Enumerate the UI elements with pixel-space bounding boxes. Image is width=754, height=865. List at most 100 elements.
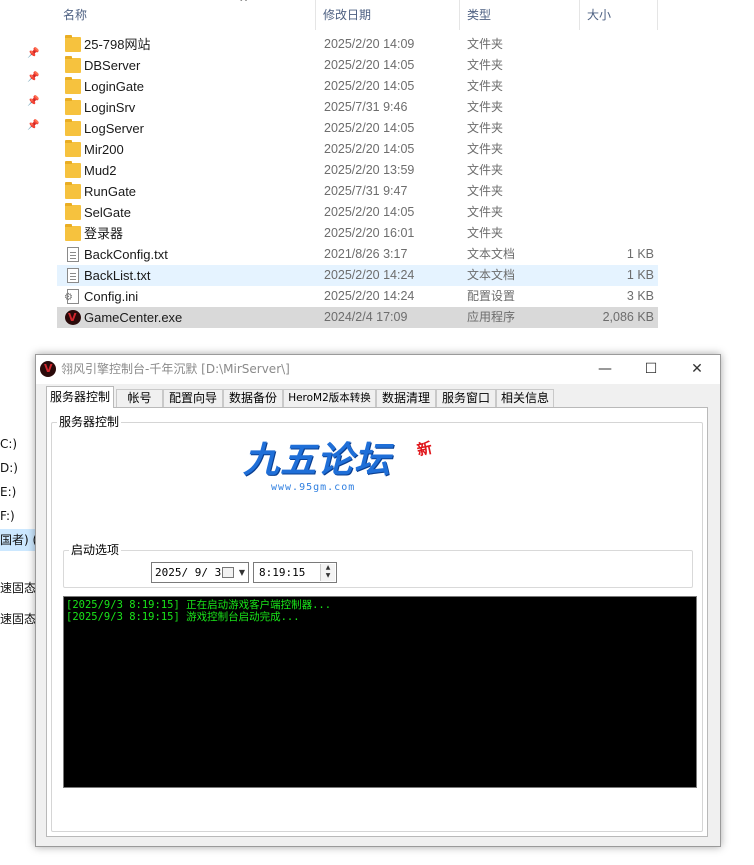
file-row[interactable]: LogServer 2025/2/20 14:05 文件夹 xyxy=(57,118,658,139)
start-date-value: 2025/ 9/ 3 xyxy=(155,566,222,579)
file-row[interactable]: RunGate 2025/7/31 9:47 文件夹 xyxy=(57,181,658,202)
console-window: 翎风引擎控制台-千年沉默 [D:\MirServer\] — ☐ ✕ 服务器控制… xyxy=(35,354,721,847)
file-date: 2025/2/20 14:05 xyxy=(324,121,415,135)
log-line: [2025/9/3 8:19:15] 正在启动游戏客户端控制器... xyxy=(66,599,332,611)
file-row[interactable]: 25-798网站 2025/2/20 14:09 文件夹 xyxy=(57,34,658,55)
file-type: 文件夹 xyxy=(467,58,504,72)
file-date: 2025/2/20 14:24 xyxy=(324,289,415,303)
file-row[interactable]: LoginGate 2025/2/20 14:05 文件夹 xyxy=(57,76,658,97)
pin-icon[interactable]: 📌 xyxy=(27,72,39,84)
folder-icon xyxy=(65,56,81,73)
folder-icon xyxy=(65,182,81,199)
file-date: 2025/2/20 14:05 xyxy=(324,205,415,219)
app-exe-icon xyxy=(65,310,81,325)
server-control-group-label: 服务器控制 xyxy=(57,414,122,430)
time-spinner[interactable]: ▲ ▼ xyxy=(320,564,335,581)
file-name: Mir200 xyxy=(84,142,124,157)
file-row[interactable]: SelGate 2025/2/20 14:05 文件夹 xyxy=(57,202,658,223)
column-header-date[interactable]: 修改日期 xyxy=(317,0,460,30)
file-date: 2025/2/20 14:05 xyxy=(324,142,415,156)
file-type: 文件夹 xyxy=(467,100,504,114)
log-console[interactable]: [2025/9/3 8:19:15] 正在启动游戏客户端控制器... [2025… xyxy=(63,596,697,788)
tab-herom2-convert[interactable]: HeroM2版本转换 xyxy=(283,389,376,408)
spin-up-icon[interactable]: ▲ xyxy=(321,564,335,572)
file-row[interactable]: Config.ini 2025/2/20 14:24 配置设置 3 KB xyxy=(57,286,658,307)
tab-account[interactable]: 帐号 xyxy=(116,389,163,408)
watermark-logo-text: 九五论坛 xyxy=(243,440,392,481)
tab-service-window[interactable]: 服务窗口 xyxy=(436,389,496,408)
close-button[interactable]: ✕ xyxy=(674,355,720,383)
column-header-size[interactable]: 大小 xyxy=(581,0,658,30)
file-name: 登录器 xyxy=(84,226,124,241)
drive-item-ssd-1[interactable]: 速固态 xyxy=(0,577,36,599)
file-date: 2025/7/31 9:47 xyxy=(324,184,408,198)
chevron-down-icon[interactable]: ▼ xyxy=(239,563,245,582)
file-row[interactable]: DBServer 2025/2/20 14:05 文件夹 xyxy=(57,55,658,76)
file-date: 2024/2/4 17:09 xyxy=(324,310,408,324)
drive-item-d[interactable]: D:) xyxy=(0,457,18,479)
file-type: 文件夹 xyxy=(467,142,504,156)
file-row[interactable]: Mud2 2025/2/20 13:59 文件夹 xyxy=(57,160,658,181)
file-type: 文件夹 xyxy=(467,79,504,93)
pin-icon[interactable]: 📌 xyxy=(27,48,39,60)
file-type: 文本文档 xyxy=(467,247,516,261)
drive-item-c[interactable]: C:) xyxy=(0,433,17,455)
tab-config-wizard[interactable]: 配置向导 xyxy=(163,389,223,408)
folder-icon xyxy=(65,203,81,220)
file-row[interactable]: BackList.txt 2025/2/20 14:24 文本文档 1 KB xyxy=(57,265,658,286)
file-type: 文件夹 xyxy=(467,163,504,177)
tab-server-control[interactable]: 服务器控制 xyxy=(46,386,114,408)
file-row[interactable]: 登录器 2025/2/20 16:01 文件夹 xyxy=(57,223,658,244)
file-date: 2025/2/20 13:59 xyxy=(324,163,415,177)
file-size: 1 KB xyxy=(626,268,654,282)
file-row[interactable]: GameCenter.exe 2024/2/4 17:09 应用程序 2,086 KB xyxy=(57,307,658,328)
drive-item-e[interactable]: E:) xyxy=(0,481,16,503)
file-date: 2025/2/20 14:09 xyxy=(324,37,415,51)
file-name: BackConfig.txt xyxy=(84,247,168,262)
file-type: 文件夹 xyxy=(467,226,504,240)
file-name: BackList.txt xyxy=(84,268,151,283)
screen: 📌 📌 📌 📌 C:) D:) E:) F:) 国者) (G 速固态 速固态移 … xyxy=(0,0,754,865)
minimize-button[interactable]: — xyxy=(582,355,628,383)
tab-about[interactable]: 相关信息 xyxy=(496,389,554,408)
window-titlebar[interactable]: 翎风引擎控制台-千年沉默 [D:\MirServer\] — ☐ ✕ xyxy=(36,355,720,384)
folder-icon xyxy=(65,35,81,52)
file-row[interactable]: LoginSrv 2025/7/31 9:46 文件夹 xyxy=(57,97,658,118)
tab-data-cleanup[interactable]: 数据清理 xyxy=(376,389,436,408)
config-file-icon xyxy=(64,289,79,304)
watermark-url: www.95gm.com xyxy=(271,482,356,493)
file-type: 配置设置 xyxy=(467,289,516,303)
column-header-type[interactable]: 类型 xyxy=(461,0,580,30)
drive-item-f[interactable]: F:) xyxy=(0,505,15,527)
folder-icon xyxy=(65,119,81,136)
pin-icon[interactable]: 📌 xyxy=(27,96,39,108)
file-row[interactable]: Mir200 2025/2/20 14:05 文件夹 xyxy=(57,139,658,160)
tab-data-backup[interactable]: 数据备份 xyxy=(223,389,283,408)
file-type: 文件夹 xyxy=(467,37,504,51)
app-logo-icon xyxy=(40,361,56,377)
folder-icon xyxy=(65,98,81,115)
spin-down-icon[interactable]: ▼ xyxy=(321,572,335,580)
file-type: 文件夹 xyxy=(467,121,504,135)
maximize-button[interactable]: ☐ xyxy=(628,355,674,383)
file-name: LoginGate xyxy=(84,79,144,94)
file-date: 2025/2/20 16:01 xyxy=(324,226,415,240)
file-row[interactable]: BackConfig.txt 2021/8/26 3:17 文本文档 1 KB xyxy=(57,244,658,265)
file-name: RunGate xyxy=(84,184,137,199)
file-date: 2025/2/20 14:05 xyxy=(324,58,415,72)
file-name: Mud2 xyxy=(84,163,117,178)
file-type: 文件夹 xyxy=(467,205,504,219)
file-size: 1 KB xyxy=(626,247,654,261)
file-name: SelGate xyxy=(84,205,131,220)
start-time-picker[interactable]: 8:19:15 ▲ ▼ xyxy=(253,562,337,583)
pin-icon[interactable]: 📌 xyxy=(27,120,39,132)
watermark-badge: 新 xyxy=(415,438,434,460)
file-name: GameCenter.exe xyxy=(84,310,183,325)
folder-icon xyxy=(65,161,81,178)
file-type: 应用程序 xyxy=(467,310,516,324)
sort-ascending-icon: ^ xyxy=(239,0,249,9)
folder-icon xyxy=(65,77,81,94)
start-date-picker[interactable]: 2025/ 9/ 3 ▼ xyxy=(151,562,249,583)
column-header-name[interactable]: 名称 ^ xyxy=(57,0,316,30)
site-watermark: 九五论坛 新 www.95gm.com xyxy=(243,438,443,500)
